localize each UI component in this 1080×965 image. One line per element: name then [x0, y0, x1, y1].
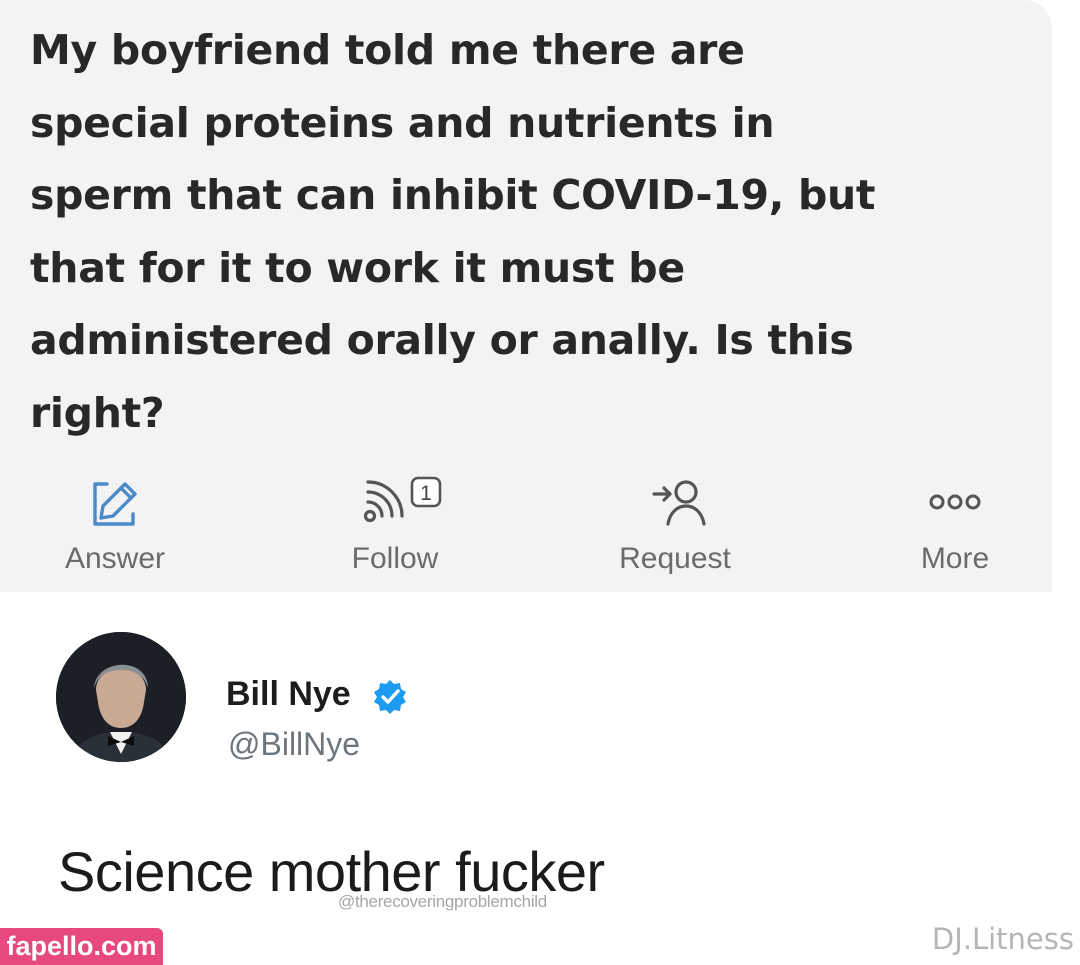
- site-watermark: fapello.com: [0, 928, 163, 965]
- question-line: sperm that can inhibit COVID-19, but: [30, 171, 876, 220]
- handle[interactable]: @BillNye: [228, 726, 360, 763]
- rss-icon: 1: [363, 476, 442, 523]
- answer-label: Answer: [64, 542, 166, 575]
- more-label: More: [920, 542, 990, 575]
- person-arrow-icon: [652, 480, 706, 526]
- question-line: administered orally or anally. Is this: [30, 316, 854, 365]
- verified-badge-icon: [374, 680, 406, 714]
- profile-photo: [56, 632, 186, 762]
- question-line: right?: [30, 388, 165, 437]
- more-dots-icon: [929, 494, 981, 510]
- question-line: special proteins and nutrients in: [30, 98, 775, 147]
- creator-watermark: DJ.Litness: [931, 922, 1074, 956]
- more-button[interactable]: More: [895, 472, 1015, 576]
- pencil-square-icon: [93, 482, 137, 526]
- tweet-card: Bill Nye @BillNye Science mother fucker …: [0, 592, 1080, 965]
- follow-label: Follow: [351, 542, 439, 575]
- question-card: My boyfriend told me there are special p…: [0, 0, 1052, 592]
- request-button[interactable]: Request: [600, 472, 750, 576]
- watermark: @therecoveringproblemchild: [338, 892, 547, 911]
- follow-count-badge: 1: [420, 482, 432, 505]
- question-line: My boyfriend told me there are: [30, 26, 745, 74]
- follow-button[interactable]: 1 Follow: [320, 472, 470, 576]
- display-name[interactable]: Bill Nye: [226, 675, 351, 714]
- avatar[interactable]: [56, 632, 186, 762]
- answer-button[interactable]: Answer: [50, 472, 180, 576]
- question-text: My boyfriend told me there are special p…: [30, 14, 1030, 450]
- request-label: Request: [619, 542, 731, 575]
- question-line: that for it to work it must be: [30, 243, 685, 292]
